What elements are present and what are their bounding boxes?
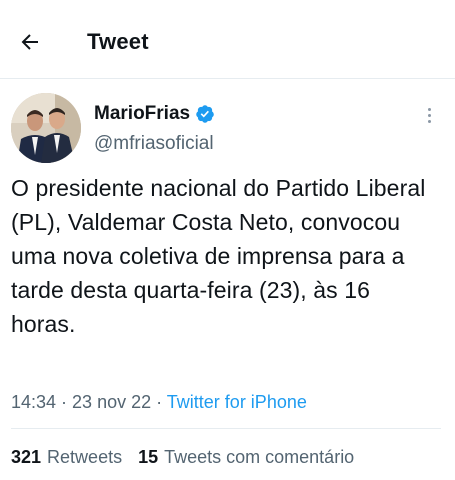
more-vertical-icon-dot	[427, 113, 431, 117]
arrow-left-icon	[21, 34, 38, 50]
header-divider	[0, 78, 455, 79]
tweet-time[interactable]: 14:34	[11, 392, 56, 412]
tweet-page: Tweet MarioFrias @mfriasoficial O presid…	[0, 0, 455, 480]
more-vertical-icon	[427, 107, 431, 111]
meta-separator: ·	[56, 392, 73, 412]
author-name-row[interactable]: MarioFrias	[94, 101, 215, 127]
avatar[interactable]	[11, 93, 81, 163]
tweet-meta: 14:34 · 23 nov 22 · Twitter for iPhone	[11, 390, 307, 414]
quote-tweets-count: 15	[138, 447, 159, 467]
engagement-stats: 321 Retweets 15 Tweets com comentário	[11, 445, 370, 469]
meta-separator: ·	[151, 392, 167, 412]
retweets-label: Retweets	[47, 447, 123, 467]
page-title: Tweet	[87, 29, 149, 54]
quote-tweets-label: Tweets com comentário	[164, 447, 355, 467]
tweet-source-link[interactable]: Twitter for iPhone	[167, 392, 307, 412]
tweet-text: O presidente nacional do Partido Liberal…	[11, 175, 426, 337]
author-name[interactable]: MarioFrias	[94, 102, 190, 126]
retweets-stat[interactable]: 321 Retweets	[11, 445, 122, 469]
verified-badge-icon	[195, 104, 215, 124]
author-handle[interactable]: @mfriasoficial	[94, 132, 214, 156]
meta-divider	[11, 428, 441, 429]
back-button[interactable]	[14, 26, 46, 58]
avatar-photo	[11, 93, 81, 163]
more-vertical-icon-dot	[427, 119, 431, 123]
tweet-date[interactable]: 23 nov 22	[72, 392, 151, 412]
top-bar: Tweet	[0, 0, 455, 78]
quote-tweets-stat[interactable]: 15 Tweets com comentário	[138, 445, 354, 469]
retweets-count: 321	[11, 447, 42, 467]
more-options-button[interactable]	[418, 103, 440, 127]
